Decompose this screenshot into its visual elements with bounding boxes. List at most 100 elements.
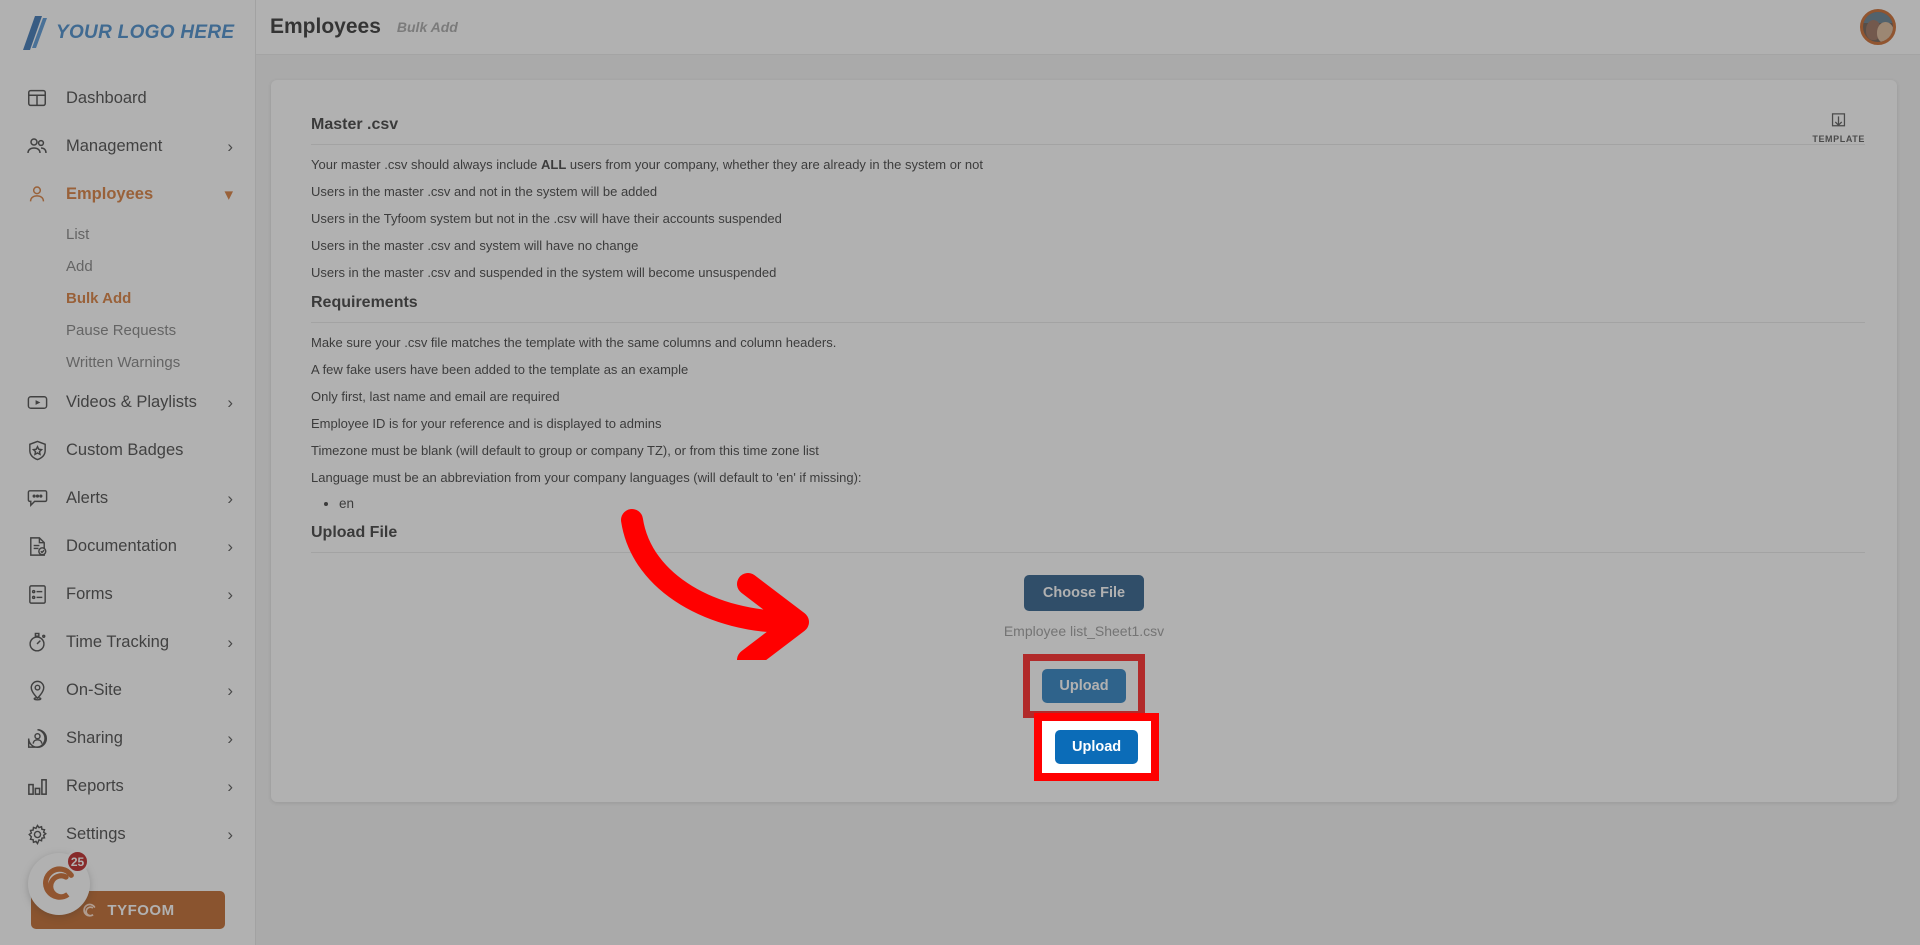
forms-icon <box>24 581 50 607</box>
sidebar-item-dashboard[interactable]: Dashboard <box>0 74 255 122</box>
share-user-icon <box>24 725 50 751</box>
sidebar-item-documentation[interactable]: Documentation › <box>0 522 255 570</box>
tyfoom-label: TYFOOM <box>107 901 175 919</box>
sidebar-subitem-written-warnings[interactable]: Written Warnings <box>0 346 255 378</box>
master-csv-heading: Master .csv <box>311 116 399 133</box>
upload-highlight-box: Upload <box>1023 654 1145 718</box>
chevron-right-icon: › <box>227 824 233 844</box>
gear-icon <box>24 821 50 847</box>
logo-mark-icon <box>23 16 47 50</box>
sidebar-item-label: Reports <box>66 776 124 795</box>
page-title: Employees <box>270 15 381 38</box>
bar-chart-icon <box>24 773 50 799</box>
alert-chat-icon <box>24 485 50 511</box>
stopwatch-icon <box>24 629 50 655</box>
sidebar-subitem-list[interactable]: List <box>0 218 255 250</box>
chevron-right-icon: › <box>227 536 233 556</box>
chevron-right-icon: › <box>227 584 233 604</box>
download-template-icon <box>1832 113 1846 127</box>
bold-all: ALL <box>541 157 567 172</box>
master-csv-line-2: Users in the Tyfoom system but not in th… <box>311 211 782 226</box>
requirements-line-2: Only first, last name and email are requ… <box>311 389 560 404</box>
chevron-right-icon: › <box>227 632 233 652</box>
brand-logo[interactable]: YOUR LOGO HERE <box>0 0 255 66</box>
sidebar-nav: Dashboard Management › Employees ▾ List … <box>0 66 255 858</box>
person-icon <box>24 181 50 207</box>
selected-file-name: Employee list_Sheet1.csv <box>1003 623 1165 639</box>
sidebar-item-forms[interactable]: Forms › <box>0 570 255 618</box>
sidebar-subitem-label: List <box>66 225 90 243</box>
language-list: en <box>339 493 1865 514</box>
sidebar-subitem-add[interactable]: Add <box>0 250 255 282</box>
upload-button[interactable]: Upload <box>1042 669 1126 703</box>
master-csv-line-4: Users in the master .csv and suspended i… <box>311 265 777 280</box>
master-csv-line-text-0: Your master .csv should always include <box>311 157 542 172</box>
master-csv-line-0: Your master .csv should always include A… <box>311 157 983 172</box>
requirements-heading: Requirements <box>311 294 418 311</box>
sidebar-subitem-label: Bulk Add <box>66 289 132 307</box>
sidebar-item-label: Employees <box>66 184 154 203</box>
sidebar-item-management[interactable]: Management › <box>0 122 255 170</box>
sidebar-subitem-bulk-add[interactable]: Bulk Add <box>0 282 255 314</box>
master-csv-line-1: Users in the master .csv and not in the … <box>311 184 658 199</box>
avatar[interactable] <box>1860 9 1896 45</box>
upload-highlight-border: Upload <box>1034 713 1160 781</box>
upload-button-highlighted[interactable]: Upload <box>1055 730 1139 764</box>
sidebar-item-settings[interactable]: Settings › <box>0 810 255 858</box>
sidebar-subitem-pause-requests[interactable]: Pause Requests <box>0 314 255 346</box>
sidebar-item-label: Documentation <box>66 536 177 555</box>
dashboard-icon <box>24 85 50 111</box>
sidebar-item-label: Time Tracking <box>66 632 169 651</box>
sidebar: YOUR LOGO HERE Dashboard Management › Em… <box>0 0 256 945</box>
sidebar-item-employees[interactable]: Employees ▾ <box>0 170 255 218</box>
sidebar-item-videos-playlists[interactable]: Videos & Playlists › <box>0 378 255 426</box>
tyfoom-notification-badge[interactable]: 25 <box>66 850 89 873</box>
badge-icon <box>24 437 50 463</box>
upload-highlight-inner: Upload <box>1030 661 1138 711</box>
sidebar-item-label: Dashboard <box>66 88 147 107</box>
upload-highlight-fill: Upload <box>1042 721 1152 773</box>
sidebar-item-label: Forms <box>66 584 113 603</box>
sidebar-subitem-label: Add <box>66 257 93 275</box>
chevron-right-icon: › <box>227 776 233 796</box>
sidebar-item-label: Alerts <box>66 488 109 507</box>
sidebar-item-reports[interactable]: Reports › <box>0 762 255 810</box>
sidebar-subitem-label: Written Warnings <box>66 353 181 371</box>
sidebar-item-on-site[interactable]: On-Site › <box>0 666 255 714</box>
sidebar-item-time-tracking[interactable]: Time Tracking › <box>0 618 255 666</box>
app-root: YOUR LOGO HERE Dashboard Management › Em… <box>0 0 1920 945</box>
avatar-person-right <box>1877 22 1893 42</box>
video-icon <box>24 389 50 415</box>
list-item: en <box>339 493 1865 514</box>
breadcrumb: Bulk Add <box>396 19 458 35</box>
upload-highlight-overlay: Upload <box>1034 713 1160 781</box>
sidebar-item-label: Custom Badges <box>66 440 184 459</box>
requirements-line-0: Make sure your .csv file matches the tem… <box>311 335 837 350</box>
requirements-line-4: Timezone must be blank (will default to … <box>311 443 819 458</box>
chevron-right-icon: › <box>227 136 233 156</box>
sidebar-item-label: Settings <box>66 824 126 843</box>
sidebar-item-sharing[interactable]: Sharing › <box>0 714 255 762</box>
sidebar-item-label: Sharing <box>66 728 123 747</box>
tyfoom-footer: TYFOOM 25 <box>0 850 255 929</box>
chevron-right-icon: › <box>227 728 233 748</box>
top-bar: Employees Bulk Add <box>256 0 1920 55</box>
sidebar-item-label: Videos & Playlists <box>66 392 197 411</box>
requirements-line-5: Language must be an abbreviation from yo… <box>311 470 862 485</box>
download-template-button[interactable]: TEMPLATE <box>1812 112 1865 144</box>
logo-text: YOUR LOGO HERE <box>56 22 235 43</box>
main-content: TEMPLATE Master .csv Your master .csv sh… <box>256 55 1920 945</box>
divider <box>311 552 1865 553</box>
chevron-right-icon: › <box>227 392 233 412</box>
document-icon <box>24 533 50 559</box>
upload-file-heading: Upload File <box>311 524 398 541</box>
requirements-line-1: A few fake users have been added to the … <box>311 362 689 377</box>
sidebar-item-label: Management <box>66 136 163 155</box>
choose-file-button[interactable]: Choose File <box>1023 575 1145 611</box>
requirements-line-3: Employee ID is for your reference and is… <box>311 416 662 431</box>
sidebar-item-custom-badges[interactable]: Custom Badges <box>0 426 255 474</box>
sidebar-item-alerts[interactable]: Alerts › <box>0 474 255 522</box>
people-icon <box>24 133 50 159</box>
upload-zone: Choose File Employee list_Sheet1.csv Upl… <box>303 575 1865 718</box>
divider <box>311 144 1865 145</box>
